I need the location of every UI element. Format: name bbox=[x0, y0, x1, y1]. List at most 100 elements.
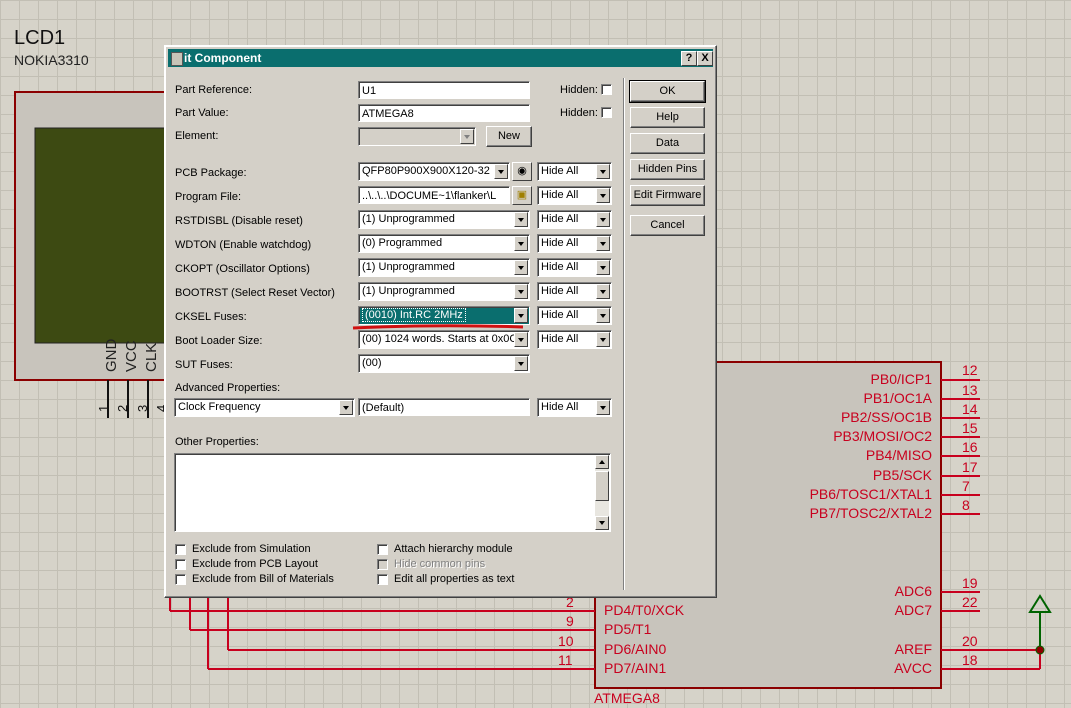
chevron-down-icon bbox=[494, 164, 508, 179]
chevron-down-icon bbox=[596, 212, 610, 227]
lcd-pin-clk: CLK bbox=[143, 342, 160, 372]
mcu-pin-label: PD5/T1 bbox=[604, 621, 652, 637]
advanced-property-select[interactable]: Clock Frequency bbox=[174, 398, 355, 417]
mcu-pin-label: PB2/SS/OC1B bbox=[840, 409, 932, 425]
attach-hierarchy-checkbox[interactable] bbox=[377, 544, 388, 555]
program-file-visibility[interactable]: Hide All bbox=[537, 186, 612, 205]
rstdisbl-visibility[interactable]: Hide All bbox=[537, 210, 612, 229]
chevron-down-icon bbox=[339, 400, 353, 415]
chevron-down-icon bbox=[460, 129, 474, 144]
element-select[interactable] bbox=[358, 127, 476, 146]
chevron-down-icon bbox=[514, 284, 528, 299]
lcd-pin-num-1: 1 bbox=[96, 404, 111, 412]
edit-as-text-checkbox[interactable] bbox=[377, 574, 388, 585]
folder-icon[interactable]: ▣ bbox=[512, 186, 532, 205]
exclude-pcb-checkbox[interactable] bbox=[175, 559, 186, 570]
boot-loader-visibility[interactable]: Hide All bbox=[537, 330, 612, 349]
lcd-screen bbox=[34, 127, 166, 344]
lcd-pin-vcc: VCC bbox=[123, 340, 140, 372]
mcu-pin-number: 10 bbox=[558, 633, 574, 649]
mcu-pin-number: 8 bbox=[962, 497, 970, 513]
divider bbox=[623, 78, 625, 590]
mcu-pin-number: 22 bbox=[962, 594, 978, 610]
hidden-pins-button[interactable]: Hidden Pins bbox=[630, 159, 705, 180]
scrollbar[interactable] bbox=[595, 455, 609, 530]
advanced-value-input[interactable]: (Default) bbox=[358, 398, 530, 416]
part-reference-hidden-checkbox[interactable] bbox=[601, 84, 612, 95]
scroll-thumb[interactable] bbox=[595, 471, 609, 501]
mcu-pin-label: PB3/MOSI/OC2 bbox=[833, 428, 932, 444]
mcu-pin-label: PB6/TOSC1/XTAL1 bbox=[809, 486, 932, 502]
checkbox-label: Exclude from Simulation bbox=[192, 543, 311, 555]
mcu-pin-number: 16 bbox=[962, 439, 978, 455]
chevron-down-icon bbox=[596, 188, 610, 203]
advanced-visibility[interactable]: Hide All bbox=[537, 398, 612, 417]
rstdisbl-select[interactable]: (1) Unprogrammed bbox=[358, 210, 530, 229]
chevron-down-icon bbox=[514, 356, 528, 371]
cksel-visibility[interactable]: Hide All bbox=[537, 306, 612, 325]
mcu-pin-number: 7 bbox=[962, 478, 970, 494]
mcu-pin-label: ADC6 bbox=[894, 583, 932, 599]
ckopt-select[interactable]: (1) Unprogrammed bbox=[358, 258, 530, 277]
wdton-visibility[interactable]: Hide All bbox=[537, 234, 612, 253]
mcu-pin-label: PD4/T0/XCK bbox=[604, 602, 685, 618]
data-button[interactable]: Data bbox=[630, 133, 705, 154]
mcu-pin-label: AREF bbox=[894, 641, 932, 657]
other-properties-textarea[interactable] bbox=[174, 453, 611, 532]
chevron-down-icon bbox=[514, 236, 528, 251]
dialog-titlebar[interactable]: it Component ? X bbox=[168, 49, 713, 67]
lcd-reference: LCD1 bbox=[14, 27, 66, 49]
chevron-down-icon bbox=[514, 308, 528, 323]
row-label: BOOTRST (Select Reset Vector) bbox=[175, 287, 335, 299]
row-label: CKOPT (Oscillator Options) bbox=[175, 263, 310, 275]
pcb-package-visibility[interactable]: Hide All bbox=[537, 162, 612, 181]
row-label: PCB Package: bbox=[175, 167, 247, 179]
chevron-down-icon bbox=[596, 308, 610, 323]
mcu-pin-number: 13 bbox=[962, 382, 978, 398]
sut-select[interactable]: (00) bbox=[358, 354, 530, 373]
pcb-package-select[interactable]: QFP80P900X900X120-32 bbox=[358, 162, 510, 181]
exclude-bom-checkbox[interactable] bbox=[175, 574, 186, 585]
ckopt-visibility[interactable]: Hide All bbox=[537, 258, 612, 277]
mcu-pin-number: 20 bbox=[962, 633, 978, 649]
mcu-pin-number: 15 bbox=[962, 420, 978, 436]
row-label: CKSEL Fuses: bbox=[175, 311, 247, 323]
chevron-down-icon bbox=[514, 212, 528, 227]
new-element-button[interactable]: New bbox=[486, 126, 532, 147]
lcd-pin-num-2: 2 bbox=[115, 404, 130, 412]
row-label: WDTON (Enable watchdog) bbox=[175, 239, 312, 251]
edit-firmware-button[interactable]: Edit Firmware bbox=[630, 185, 705, 206]
chevron-down-icon bbox=[596, 236, 610, 251]
help-title-button[interactable]: ? bbox=[681, 51, 697, 66]
boot-loader-select[interactable]: (00) 1024 words. Starts at 0x0C0 bbox=[358, 330, 530, 349]
exclude-simulation-checkbox[interactable] bbox=[175, 544, 186, 555]
cancel-button[interactable]: Cancel bbox=[630, 215, 705, 236]
program-file-input[interactable]: ..\..\..\DOCUME~1\flanker\L bbox=[358, 186, 510, 204]
lcd-pin-gnd: GND bbox=[103, 338, 120, 372]
mcu-pin-number: 17 bbox=[962, 459, 978, 475]
bootrst-select[interactable]: (1) Unprogrammed bbox=[358, 282, 530, 301]
checkbox-label: Hide common pins bbox=[394, 558, 486, 570]
ok-button[interactable]: OK bbox=[629, 80, 706, 103]
part-reference-hidden-label: Hidden: bbox=[560, 84, 598, 96]
mcu-pin-label: PD6/AIN0 bbox=[604, 641, 667, 657]
close-button[interactable]: X bbox=[697, 51, 713, 66]
part-value-hidden-checkbox[interactable] bbox=[601, 107, 612, 118]
mcu-pin-number: 18 bbox=[962, 652, 978, 668]
mcu-pin-label: PD7/AIN1 bbox=[604, 660, 667, 676]
help-button[interactable]: Help bbox=[630, 107, 705, 128]
part-reference-label: Part Reference: bbox=[175, 84, 253, 96]
row-label: Program File: bbox=[175, 191, 242, 203]
binoculars-icon[interactable]: ◉ bbox=[512, 162, 532, 181]
row-label: Boot Loader Size: bbox=[175, 335, 263, 347]
bootrst-visibility[interactable]: Hide All bbox=[537, 282, 612, 301]
row-label: SUT Fuses: bbox=[175, 359, 233, 371]
checkbox-label: Exclude from PCB Layout bbox=[192, 558, 318, 570]
wdton-select[interactable]: (0) Programmed bbox=[358, 234, 530, 253]
part-value-input[interactable]: ATMEGA8 bbox=[358, 104, 530, 122]
scroll-up-icon[interactable] bbox=[595, 455, 609, 469]
mcu-name: ATMEGA8 bbox=[594, 690, 660, 706]
part-reference-input[interactable]: U1 bbox=[358, 81, 530, 99]
mcu-pin-label: PB7/TOSC2/XTAL2 bbox=[809, 505, 932, 521]
scroll-down-icon[interactable] bbox=[595, 516, 609, 530]
